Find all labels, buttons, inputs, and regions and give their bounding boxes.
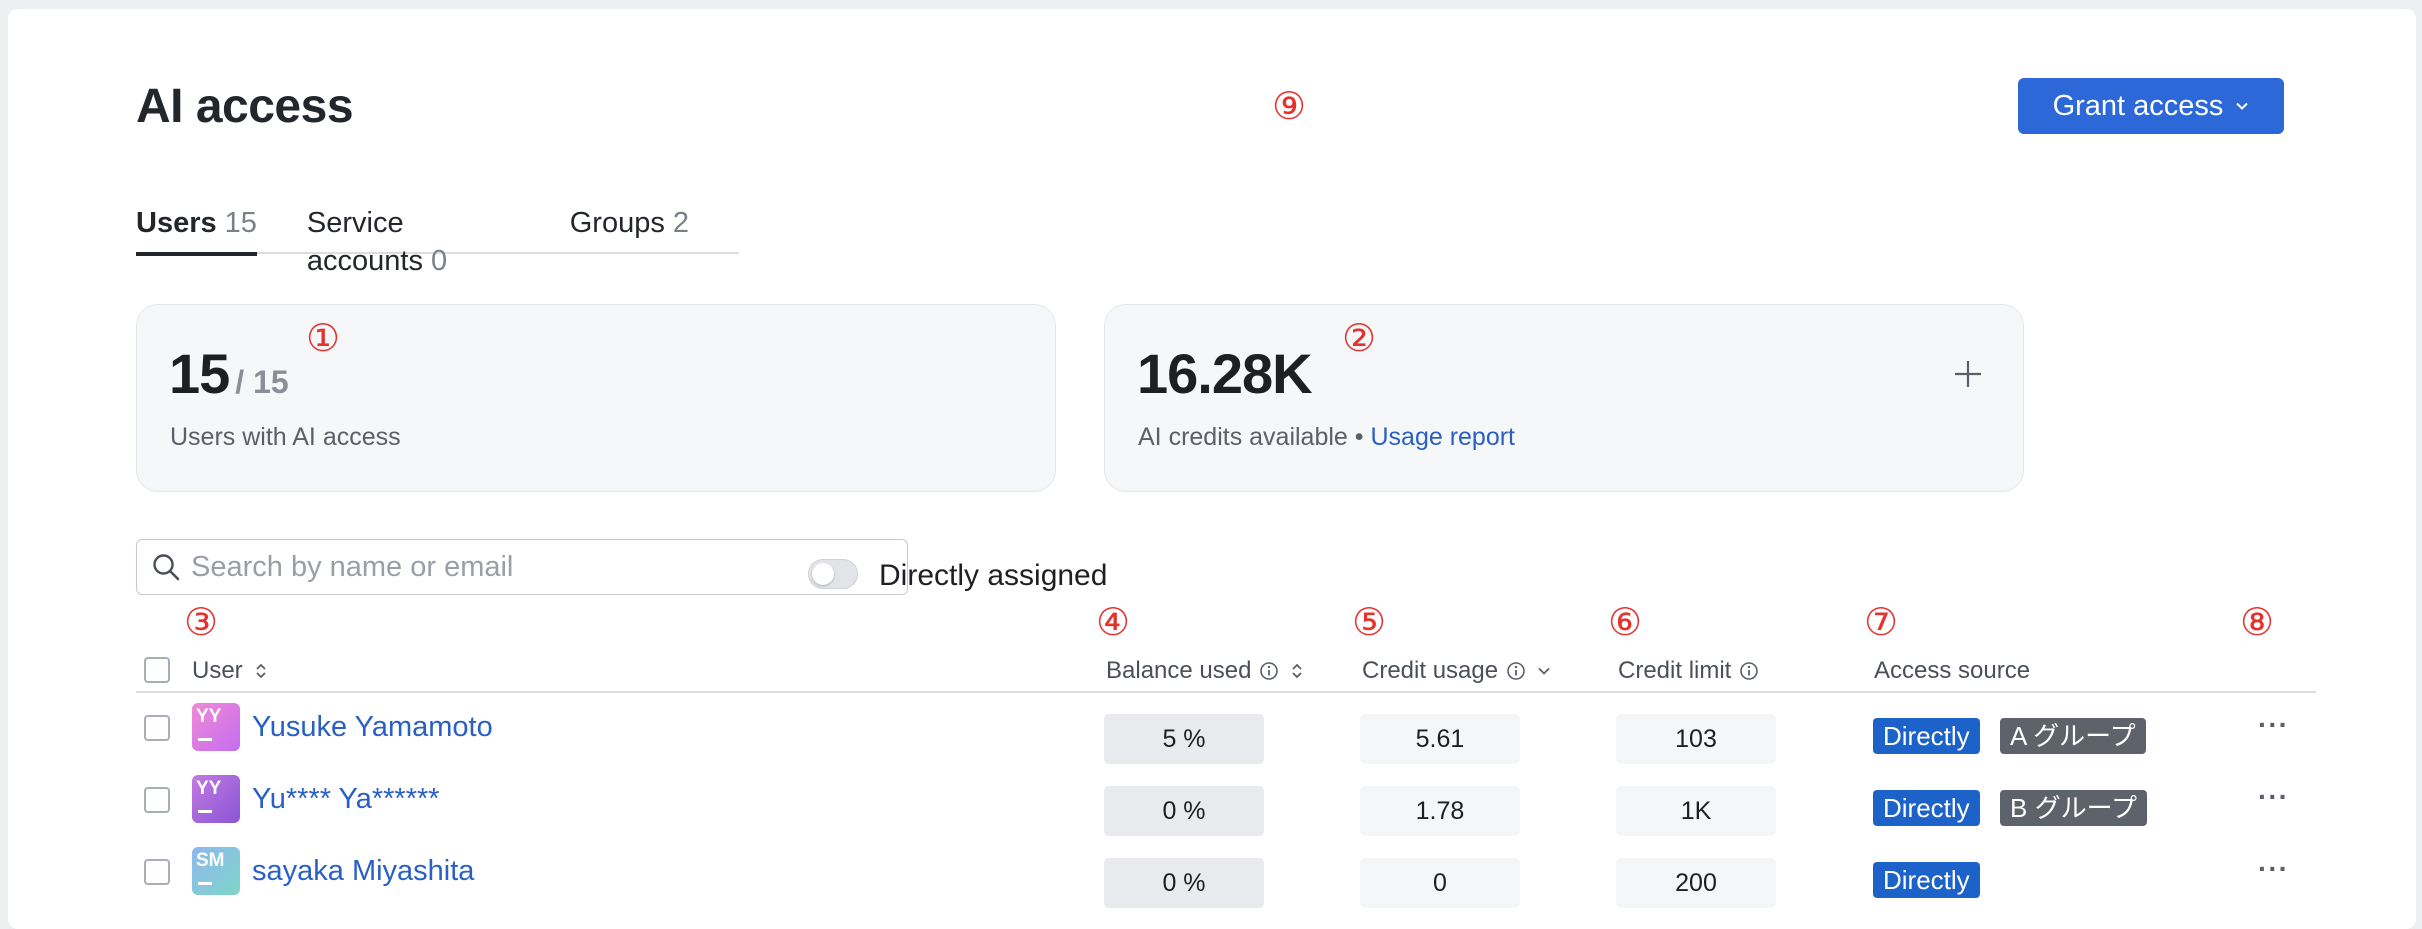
users-caption: Users with AI access xyxy=(170,423,401,451)
users-count-total: / 15 xyxy=(235,364,289,400)
select-all-checkbox[interactable] xyxy=(144,657,170,683)
balance-used-cell: 0 % xyxy=(1104,786,1264,836)
directly-assigned-toggle[interactable] xyxy=(808,559,858,589)
chevron-down-icon xyxy=(2236,102,2249,110)
access-source-group-badge: A グループ xyxy=(2000,718,2146,754)
tab-users-count: 15 xyxy=(224,207,257,239)
marker-9: ⑨ xyxy=(1272,84,1307,128)
tab-service-accounts-count: 0 xyxy=(430,245,448,277)
info-icon[interactable] xyxy=(1259,661,1279,681)
tab-groups-label: Groups xyxy=(569,207,665,239)
avatar-bar xyxy=(198,882,212,885)
access-source-directly-badge: Directly xyxy=(1873,790,1980,826)
avatar-bar xyxy=(198,738,212,741)
column-balance-used[interactable]: Balance used xyxy=(1106,657,1307,685)
search-icon xyxy=(153,554,180,581)
column-user[interactable]: User xyxy=(192,657,271,685)
directly-assigned-label: Directly assigned xyxy=(879,559,1108,592)
marker-6: ⑥ xyxy=(1608,600,1643,644)
credit-usage-cell: 1.78 xyxy=(1360,786,1520,836)
tab-service-accounts[interactable]: Service accounts 0 xyxy=(307,204,520,277)
grant-access-button[interactable]: Grant access xyxy=(2018,78,2284,134)
page: AI access ⑨ Grant access Users 15 Service… xyxy=(8,9,2416,929)
credits-caption: AI credits available • Usage report xyxy=(1138,423,1515,452)
users-count-value: 15 xyxy=(169,342,230,405)
row-checkbox[interactable] xyxy=(144,859,170,885)
column-limit-label: Credit limit xyxy=(1618,657,1732,684)
more-icon[interactable]: ··· xyxy=(2258,781,2289,813)
table-row: YY Yusuke Yamamoto 5 % 5.61 103 Directly… xyxy=(136,697,2316,769)
credits-summary-card: 16.28K AI credits available • Usage repo… xyxy=(1104,304,2024,492)
search-input[interactable] xyxy=(191,550,891,584)
credits-value: 16.28K xyxy=(1137,342,1313,405)
table-header: User Balance used Credit usage Credit li… xyxy=(136,649,2316,693)
marker-1: ① xyxy=(306,316,341,360)
marker-4: ④ xyxy=(1096,600,1131,644)
users-count: 15/ 15 xyxy=(169,341,289,406)
tab-users-label: Users xyxy=(136,207,217,239)
column-usage-label: Credit usage xyxy=(1362,657,1499,684)
toggle-knob xyxy=(812,563,834,585)
tab-groups[interactable]: Groups 2 xyxy=(570,204,689,254)
balance-used-cell: 0 % xyxy=(1104,858,1264,908)
access-source-directly-badge: Directly xyxy=(1873,862,1980,898)
credit-limit-cell[interactable]: 1K xyxy=(1616,786,1776,836)
chevron-down-icon xyxy=(1538,667,1550,675)
credit-usage-cell: 5.61 xyxy=(1360,714,1520,764)
marker-5: ⑤ xyxy=(1352,600,1387,644)
credit-limit-cell[interactable]: 200 xyxy=(1616,858,1776,908)
row-checkbox[interactable] xyxy=(144,787,170,813)
info-icon[interactable] xyxy=(1506,661,1526,681)
access-source-directly-badge: Directly xyxy=(1873,718,1980,754)
tab-users[interactable]: Users 15 xyxy=(136,204,257,256)
user-name-link[interactable]: Yusuke Yamamoto xyxy=(252,711,493,744)
marker-8: ⑧ xyxy=(2240,600,2275,644)
avatar: YY xyxy=(192,703,240,751)
column-credit-usage[interactable]: Credit usage xyxy=(1362,657,1554,685)
avatar: SM xyxy=(192,847,240,895)
table-row: YY Yu**** Ya****** 0 % 1.78 1K Directly … xyxy=(136,769,2316,841)
avatar-initials: SM xyxy=(196,850,225,871)
credits-caption-text: AI credits available • xyxy=(1138,423,1364,451)
grant-access-label: Grant access xyxy=(2052,89,2224,122)
row-checkbox[interactable] xyxy=(144,715,170,741)
avatar: YY xyxy=(192,775,240,823)
column-user-label: User xyxy=(192,657,243,684)
access-source-group-badge: B グループ xyxy=(2000,790,2148,826)
credit-usage-cell: 0 xyxy=(1360,858,1520,908)
balance-used-cell: 5 % xyxy=(1104,714,1264,764)
user-name-link[interactable]: sayaka Miyashita xyxy=(252,855,474,888)
more-icon[interactable]: ··· xyxy=(2258,853,2289,885)
users-summary-card: 15/ 15 Users with AI access xyxy=(136,304,1056,492)
tab-groups-count: 2 xyxy=(672,207,689,239)
credit-limit-cell[interactable]: 103 xyxy=(1616,714,1776,764)
search-box[interactable] xyxy=(136,539,908,595)
column-access-source: Access source xyxy=(1874,657,2030,685)
more-icon[interactable]: ··· xyxy=(2258,709,2289,741)
column-source-label: Access source xyxy=(1874,657,2031,684)
column-credit-limit[interactable]: Credit limit xyxy=(1618,657,1759,685)
marker-7: ⑦ xyxy=(1864,600,1899,644)
sort-icon xyxy=(1292,663,1303,679)
plus-icon[interactable] xyxy=(1953,359,1983,389)
usage-report-link[interactable]: Usage report xyxy=(1370,423,1515,451)
marker-3: ③ xyxy=(184,600,219,644)
table-row: SM sayaka Miyashita 0 % 0 200 Directly ·… xyxy=(136,841,2316,913)
tab-bar: Users 15 Service accounts 0 Groups 2 xyxy=(136,204,739,277)
avatar-initials: YY xyxy=(196,778,222,799)
marker-2: ② xyxy=(1342,316,1377,360)
page-title: AI access xyxy=(136,80,354,133)
avatar-initials: YY xyxy=(196,706,222,727)
sort-icon xyxy=(256,663,266,679)
column-balance-label: Balance used xyxy=(1106,657,1252,684)
user-name-link[interactable]: Yu**** Ya****** xyxy=(252,783,440,816)
tab-service-accounts-label: Service accounts xyxy=(306,207,423,277)
avatar-bar xyxy=(198,810,212,813)
info-icon[interactable] xyxy=(1739,661,1759,681)
